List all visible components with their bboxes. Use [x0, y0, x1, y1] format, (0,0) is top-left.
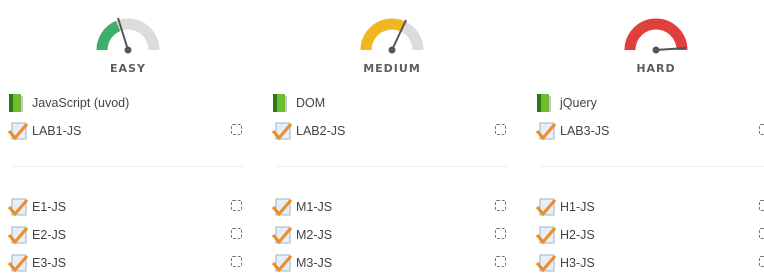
- assignment-title: LAB1-JS: [32, 124, 82, 138]
- book-icon: [272, 93, 292, 113]
- assignment-lab[interactable]: LAB3-JS: [536, 120, 764, 142]
- medium-gauge-icon: [360, 18, 424, 54]
- resource-book-link[interactable]: DOM: [272, 92, 512, 114]
- level-label: HARD: [636, 62, 676, 75]
- gauge-easy: EASY: [8, 12, 248, 75]
- task-title: E2-JS: [32, 228, 67, 242]
- hard-gauge-icon: [624, 18, 688, 54]
- completion-checkbox-icon[interactable]: [231, 228, 242, 239]
- assignment-check-icon: [536, 121, 556, 141]
- assignment-lab[interactable]: LAB2-JS: [272, 120, 512, 142]
- task-title: M2-JS: [296, 228, 333, 242]
- task-title: M3-JS: [296, 256, 333, 270]
- book-title: DOM: [296, 96, 326, 110]
- task-title: E1-JS: [32, 200, 67, 214]
- assignment-check-icon: [536, 225, 556, 245]
- completion-checkbox-icon[interactable]: [231, 256, 242, 267]
- completion-checkbox-icon[interactable]: [759, 200, 764, 211]
- task-title: H3-JS: [560, 256, 595, 270]
- book-icon: [536, 93, 556, 113]
- assignment-check-icon: [8, 225, 28, 245]
- completion-checkbox-icon[interactable]: [495, 124, 506, 135]
- completion-checkbox-icon[interactable]: [495, 256, 506, 267]
- assignment-check-icon: [272, 253, 292, 273]
- assignment-check-icon: [272, 197, 292, 217]
- resource-book-link[interactable]: JavaScript (uvod): [8, 92, 248, 114]
- assignment-check-icon: [536, 197, 556, 217]
- assignment-task[interactable]: E1-JS: [8, 196, 248, 218]
- level-label: EASY: [110, 62, 146, 75]
- assignment-task[interactable]: E3-JS: [8, 252, 248, 274]
- gauge-medium: MEDIUM: [272, 12, 512, 75]
- assignment-check-icon: [272, 225, 292, 245]
- task-title: H2-JS: [560, 228, 595, 242]
- gauge-hard: HARD: [536, 12, 764, 75]
- assignment-task[interactable]: M1-JS: [272, 196, 512, 218]
- assignment-check-icon: [272, 121, 292, 141]
- completion-checkbox-icon[interactable]: [495, 200, 506, 211]
- assignment-lab[interactable]: LAB1-JS: [8, 120, 248, 142]
- assignment-task[interactable]: M2-JS: [272, 224, 512, 246]
- assignment-check-icon: [8, 197, 28, 217]
- book-icon: [8, 93, 28, 113]
- completion-checkbox-icon[interactable]: [495, 228, 506, 239]
- completion-checkbox-icon[interactable]: [231, 124, 242, 135]
- assignment-task[interactable]: H1-JS: [536, 196, 764, 218]
- assignment-task[interactable]: H2-JS: [536, 224, 764, 246]
- resource-book-link[interactable]: jQuery: [536, 92, 764, 114]
- divider: [12, 166, 244, 167]
- completion-checkbox-icon[interactable]: [759, 228, 764, 239]
- completion-checkbox-icon[interactable]: [231, 200, 242, 211]
- book-title: jQuery: [560, 96, 597, 110]
- completion-checkbox-icon[interactable]: [759, 124, 764, 135]
- assignment-check-icon: [8, 121, 28, 141]
- task-title: E3-JS: [32, 256, 67, 270]
- easy-gauge-icon: [96, 17, 160, 54]
- column-easy: EASY JavaScript (uvod) LAB1-JS E1-JS E2-…: [8, 0, 248, 273]
- course-levels: EASY JavaScript (uvod) LAB1-JS E1-JS E2-…: [0, 0, 764, 273]
- level-label: MEDIUM: [363, 62, 421, 75]
- book-title: JavaScript (uvod): [32, 96, 130, 110]
- divider: [276, 166, 508, 167]
- task-title: H1-JS: [560, 200, 595, 214]
- divider: [540, 166, 764, 167]
- assignment-check-icon: [8, 253, 28, 273]
- assignment-title: LAB3-JS: [560, 124, 610, 138]
- assignment-task[interactable]: H3-JS: [536, 252, 764, 274]
- column-hard: HARD jQuery LAB3-JS H1-JS H2-JS H3-JS: [536, 0, 764, 273]
- assignment-title: LAB2-JS: [296, 124, 346, 138]
- column-medium: MEDIUM DOM LAB2-JS M1-JS M2-JS M3-JS: [272, 0, 512, 273]
- assignment-task[interactable]: E2-JS: [8, 224, 248, 246]
- completion-checkbox-icon[interactable]: [759, 256, 764, 267]
- assignment-task[interactable]: M3-JS: [272, 252, 512, 274]
- task-title: M1-JS: [296, 200, 333, 214]
- assignment-check-icon: [536, 253, 556, 273]
